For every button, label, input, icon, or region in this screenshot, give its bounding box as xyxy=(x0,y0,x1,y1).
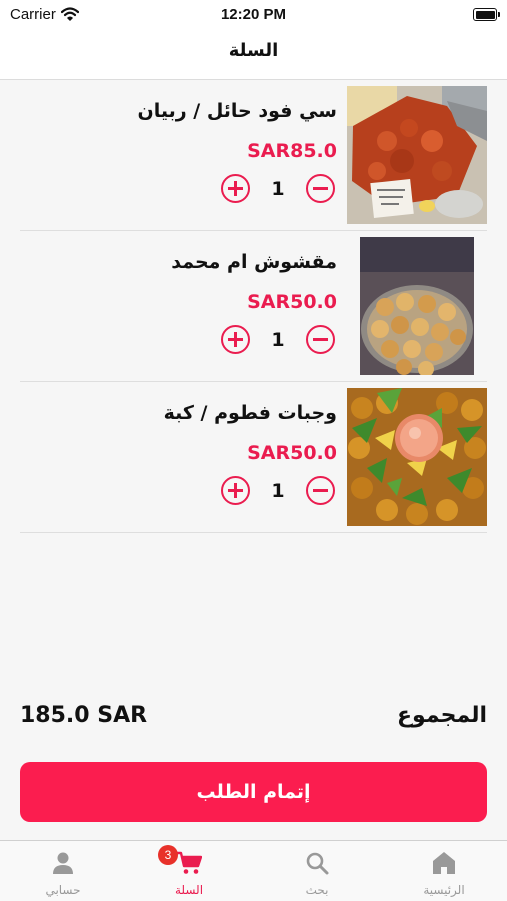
search-icon xyxy=(304,850,330,876)
minus-icon xyxy=(313,489,328,492)
status-time: 12:20 PM xyxy=(220,6,287,23)
tab-label: حسابي xyxy=(45,883,81,897)
cart-item: سي فود حائل / ربيان SAR85.0 1 xyxy=(20,80,487,231)
tab-label: بحث xyxy=(305,883,329,897)
decrease-quantity-button[interactable] xyxy=(306,325,335,354)
battery-icon xyxy=(473,8,500,21)
cart-icon xyxy=(176,850,202,876)
tab-home[interactable]: الرئيسية xyxy=(381,841,507,901)
decrease-quantity-button[interactable] xyxy=(306,476,335,505)
total-label: المجموع xyxy=(397,703,487,728)
quantity-stepper: 1 xyxy=(221,476,335,505)
increase-quantity-button[interactable] xyxy=(221,476,250,505)
tab-label: السلة xyxy=(174,883,204,897)
quantity-value: 1 xyxy=(271,177,285,200)
cart-item: مقشوش ام محمد SAR50.0 1 xyxy=(20,231,487,382)
increase-quantity-button[interactable] xyxy=(221,174,250,203)
cart-count-badge: 3 xyxy=(158,845,178,865)
item-price: SAR50.0 xyxy=(247,442,337,464)
tab-search[interactable]: بحث xyxy=(254,841,380,901)
increase-quantity-button[interactable] xyxy=(221,325,250,354)
quantity-stepper: 1 xyxy=(221,325,335,354)
page-title: السلة xyxy=(228,40,279,61)
quantity-value: 1 xyxy=(271,479,285,502)
item-price: SAR50.0 xyxy=(247,291,337,313)
minus-icon xyxy=(313,187,328,190)
total-amount: 185.0 SAR xyxy=(20,703,148,728)
tab-bar: حسابي 3 السلة بحث الرئيسية xyxy=(0,840,507,901)
person-icon xyxy=(50,850,76,876)
home-icon xyxy=(431,850,457,876)
minus-icon xyxy=(313,338,328,341)
item-image-seafood xyxy=(347,86,487,224)
item-price: SAR85.0 xyxy=(247,140,337,162)
checkout-button[interactable]: إتمام الطلب xyxy=(20,762,487,822)
plus-icon-stroke xyxy=(234,332,237,347)
decrease-quantity-button[interactable] xyxy=(306,174,335,203)
item-name: سي فود حائل / ربيان xyxy=(137,100,337,122)
navigation-bar: السلة xyxy=(0,30,507,80)
cart-list: سي فود حائل / ربيان SAR85.0 1 مقشوش ام م… xyxy=(20,80,487,533)
plus-icon-stroke xyxy=(234,181,237,196)
tab-label: الرئيسية xyxy=(423,883,465,897)
quantity-value: 1 xyxy=(271,328,285,351)
cart-item: وجبات فطوم / كبة SAR50.0 1 xyxy=(20,382,487,533)
item-image-mashoush xyxy=(360,237,474,375)
quantity-stepper: 1 xyxy=(221,174,335,203)
item-name: وجبات فطوم / كبة xyxy=(163,402,337,424)
tab-account[interactable]: حسابي xyxy=(0,841,126,901)
tab-cart[interactable]: 3 السلة xyxy=(126,841,252,901)
total-row: 185.0 SAR المجموع xyxy=(20,703,487,733)
plus-icon-stroke xyxy=(234,483,237,498)
item-image-kibbeh xyxy=(347,388,487,526)
item-name: مقشوش ام محمد xyxy=(171,251,337,273)
status-bar: Carrier 12:20 PM xyxy=(0,0,507,30)
